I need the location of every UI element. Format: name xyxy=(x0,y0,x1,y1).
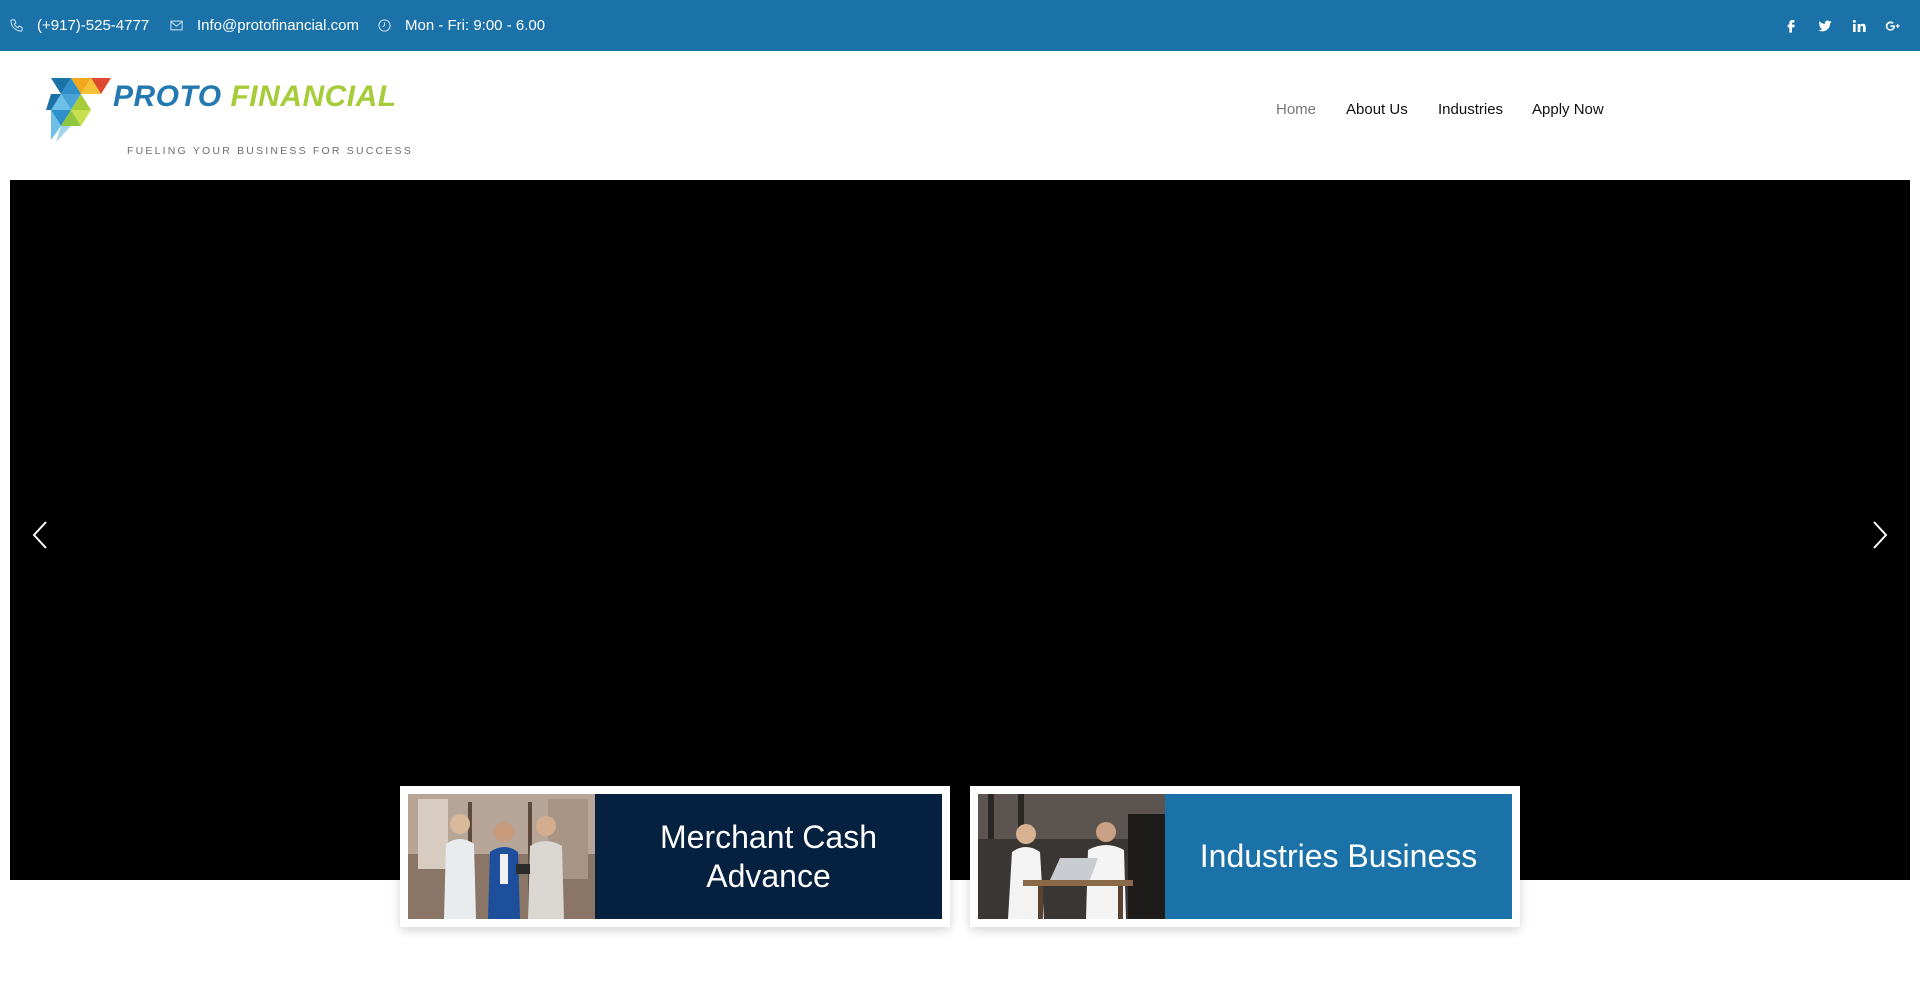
nav-home[interactable]: Home xyxy=(1276,101,1316,118)
chevron-right-icon xyxy=(1873,521,1888,549)
chevron-left-icon xyxy=(32,521,47,549)
top-bar: (+917)-525-4777 Info@protofinancial.com … xyxy=(0,0,1920,51)
card-title-panel: Merchant Cash Advance xyxy=(595,794,942,919)
mail-icon xyxy=(170,20,183,31)
facebook-icon xyxy=(1787,19,1795,33)
card-title: Merchant Cash Advance xyxy=(660,818,877,894)
hero-slider xyxy=(10,180,1910,880)
nav-industries[interactable]: Industries xyxy=(1438,101,1503,118)
email-text: Info@protofinancial.com xyxy=(197,17,359,34)
facebook-link[interactable] xyxy=(1774,0,1808,51)
card-title-panel: Industries Business xyxy=(1165,794,1512,919)
social-links xyxy=(1774,0,1910,51)
linkedin-link[interactable] xyxy=(1842,0,1876,51)
twitter-link[interactable] xyxy=(1808,0,1842,51)
nav-about-us[interactable]: About Us xyxy=(1346,101,1408,118)
contact-email[interactable]: Info@protofinancial.com xyxy=(169,0,359,51)
feature-card-industries-business[interactable]: Industries Business xyxy=(970,786,1520,927)
nav-apply-now[interactable]: Apply Now xyxy=(1532,101,1604,118)
card-photo-team xyxy=(408,794,595,919)
main-nav: Home About Us Industries Apply Now xyxy=(0,51,1920,168)
phone-icon xyxy=(10,19,23,32)
contact-phone[interactable]: (+917)-525-4777 xyxy=(9,0,149,51)
twitter-icon xyxy=(1818,20,1832,31)
linkedin-icon xyxy=(1852,19,1866,32)
slider-prev-button[interactable] xyxy=(25,515,55,555)
slider-next-button[interactable] xyxy=(1865,515,1895,555)
site-header: PROTO FINANCIAL FUELING YOUR BUSINESS FO… xyxy=(0,51,1920,180)
google-plus-icon xyxy=(1885,20,1900,31)
card-photo-meeting xyxy=(978,794,1165,919)
feature-card-merchant-cash-advance[interactable]: Merchant Cash Advance xyxy=(400,786,950,927)
google-plus-link[interactable] xyxy=(1876,0,1910,51)
hours-text: Mon - Fri: 9:00 - 6.00 xyxy=(405,17,546,34)
contact-hours: Mon - Fri: 9:00 - 6.00 xyxy=(377,0,545,51)
card-title: Industries Business xyxy=(1199,838,1478,874)
phone-text: (+917)-525-4777 xyxy=(37,17,150,34)
clock-icon xyxy=(378,19,391,32)
